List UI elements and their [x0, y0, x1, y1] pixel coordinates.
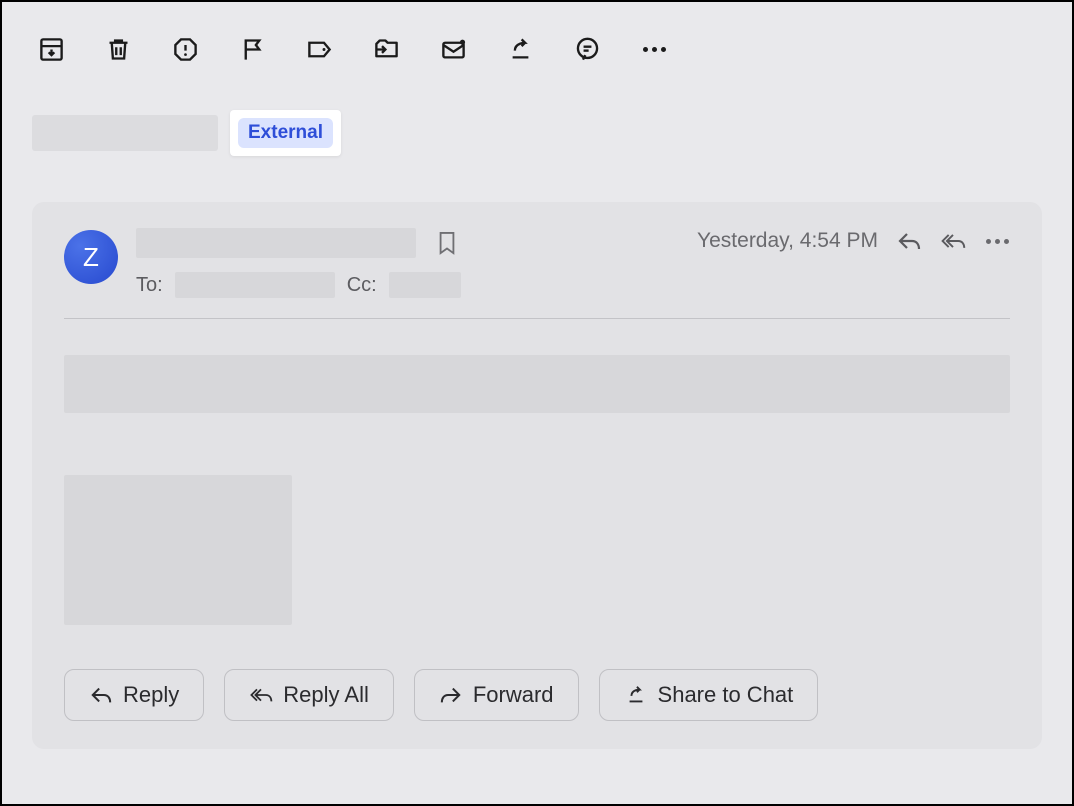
reply-button[interactable]: Reply [64, 669, 204, 721]
reply-all-button[interactable]: Reply All [224, 669, 394, 721]
reply-button-label: Reply [123, 682, 179, 708]
to-label: To: [136, 274, 163, 297]
sender-avatar[interactable]: Z [64, 230, 118, 284]
forward-button[interactable]: Forward [414, 669, 579, 721]
sender-name [136, 228, 416, 258]
external-badge: External [238, 118, 333, 148]
message-actions: Reply Reply All Forward Share to Chat [64, 669, 1010, 721]
more-icon[interactable] [639, 34, 669, 64]
comment-icon[interactable] [572, 34, 602, 64]
message-body [64, 319, 1010, 625]
reply-icon[interactable] [896, 228, 922, 254]
to-recipient [175, 272, 335, 298]
cc-recipient [389, 272, 461, 298]
email-toolbar [2, 2, 1072, 74]
message-header: Z To: Cc: Yesterday, 4:54 PM [64, 228, 1010, 298]
spam-icon[interactable] [170, 34, 200, 64]
share-icon[interactable] [505, 34, 535, 64]
share-to-chat-button[interactable]: Share to Chat [599, 669, 819, 721]
forward-button-label: Forward [473, 682, 554, 708]
flag-icon[interactable] [237, 34, 267, 64]
message-card: Z To: Cc: Yesterday, 4:54 PM [32, 202, 1042, 749]
message-more-icon[interactable] [984, 228, 1010, 254]
tag-icon[interactable] [304, 34, 334, 64]
subject-text [32, 115, 218, 151]
body-text-line [64, 355, 1010, 413]
external-badge-highlight: External [230, 110, 341, 156]
reply-all-icon[interactable] [940, 228, 966, 254]
delete-icon[interactable] [103, 34, 133, 64]
archive-icon[interactable] [36, 34, 66, 64]
cc-label: Cc: [347, 274, 377, 297]
reply-all-button-label: Reply All [283, 682, 369, 708]
message-timestamp: Yesterday, 4:54 PM [697, 229, 878, 253]
move-folder-icon[interactable] [371, 34, 401, 64]
bookmark-icon[interactable] [434, 230, 460, 256]
body-attachment-block [64, 475, 292, 625]
share-to-chat-button-label: Share to Chat [658, 682, 794, 708]
subject-row: External [2, 74, 1072, 166]
mark-unread-icon[interactable] [438, 34, 468, 64]
